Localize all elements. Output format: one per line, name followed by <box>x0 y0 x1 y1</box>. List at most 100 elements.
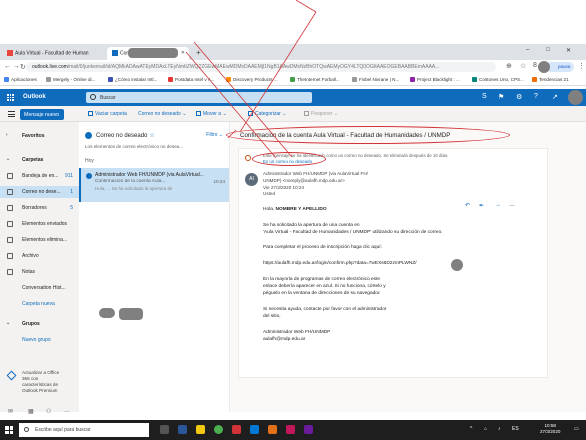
folder-deleted[interactable]: Elementos elimina... <box>0 234 79 246</box>
postpone-button[interactable]: Posponer ⌄ <box>304 111 338 117</box>
tray-chevron-icon[interactable]: ^ <box>470 426 472 432</box>
new-folder-link[interactable]: Carpeta nueva <box>0 298 79 310</box>
calendar-icon[interactable]: ▦ <box>28 408 34 415</box>
more-icon[interactable]: … <box>64 408 70 414</box>
app-icon[interactable] <box>286 425 295 434</box>
apps-icon <box>4 77 9 83</box>
close-tab-icon[interactable]: ✕ <box>181 50 185 56</box>
notifications-icon[interactable]: ▭ <box>574 426 579 432</box>
network-icon[interactable]: ⌂ <box>484 426 487 432</box>
star-icon[interactable]: ☆ <box>520 62 526 70</box>
bookmark-item[interactable]: Project Blacklight : ... <box>410 77 460 83</box>
upgrade-promo[interactable]: Actualizar a Office 365 con característi… <box>6 370 72 394</box>
gear-icon[interactable]: ⚙ <box>516 93 522 101</box>
app-icon[interactable] <box>268 425 277 434</box>
bookmark-item[interactable]: Mergely - Online di... <box>46 77 95 83</box>
empty-folder-button[interactable]: Vaciar carpeta <box>88 111 127 117</box>
language-icon[interactable]: ES <box>512 426 519 432</box>
extension-icon[interactable]: ⊕ <box>506 62 512 70</box>
filter-button[interactable]: Filtro ⌄ <box>206 132 223 138</box>
folder-notes[interactable]: Notas <box>0 266 79 278</box>
bell-icon[interactable]: ⚑ <box>498 93 504 101</box>
move-to-button[interactable]: Mover a ⌄ <box>196 111 227 117</box>
volume-icon[interactable]: ♪ <box>498 426 501 432</box>
folder-sent[interactable]: Elementos enviados <box>0 218 79 230</box>
pause-sync-button[interactable]: pausa <box>546 62 574 72</box>
bookmark-item[interactable]: Discovery Products ... <box>226 77 278 83</box>
date-line: Vie 27/3/2020 10:24 <box>263 185 305 190</box>
reply-all-icon[interactable]: ↞ <box>479 202 484 209</box>
mail-search-input[interactable]: Buscar <box>86 92 312 103</box>
folder-conversation-history[interactable]: Conversation Hist... <box>0 282 79 294</box>
menu-icon[interactable]: ⋮ <box>578 62 585 70</box>
bookmark-item[interactable]: Fixbel Nivrane | N... <box>352 77 399 83</box>
folder-junk[interactable]: Correo no dese... 1 <box>0 186 79 198</box>
note-icon <box>7 269 13 275</box>
bookmark-item[interactable]: Costones Uno, CPS... <box>472 77 524 83</box>
checkbox-icon[interactable] <box>86 173 92 179</box>
help-icon[interactable]: ? <box>534 93 538 100</box>
task-view-icon[interactable] <box>160 425 169 434</box>
people-icon[interactable]: ⚇ <box>46 408 51 415</box>
list-item[interactable]: Administrador Web FH/UNMDP (via AulaVirt… <box>79 168 229 202</box>
bookmark-apps[interactable]: Aplicaciones <box>4 77 37 83</box>
bookmark-item[interactable]: ¿Cómo instalar Intl... <box>108 77 157 83</box>
back-icon[interactable]: ← <box>4 63 11 70</box>
categorize-button[interactable]: Categorizar ⌄ <box>248 111 286 117</box>
bookmark-icon <box>108 77 113 83</box>
reload-icon[interactable]: ↻ <box>20 63 26 71</box>
chrome-icon[interactable] <box>214 425 223 434</box>
bookmark-item[interactable]: TheInternet Forball... <box>290 77 340 83</box>
junk-icon <box>7 189 13 195</box>
folder-inbox[interactable]: Bandeja de en... 911 <box>0 170 79 182</box>
folder-drafts[interactable]: Borradores 5 <box>0 202 79 214</box>
tab-aula-virtual[interactable]: Aula Virtual - Facultad de Human <box>2 47 106 60</box>
clock[interactable]: 10:58 27/3/2020 <box>540 423 560 435</box>
confirm-link[interactable]: https://aulafh.mdp.edu.ar/login/confirm.… <box>263 261 417 266</box>
profile-avatar[interactable] <box>538 61 550 73</box>
bookmark-icon <box>352 77 357 83</box>
bookmark-item[interactable]: Tendencias 21 <box>532 77 569 83</box>
minimize-button[interactable]: – <box>526 47 529 53</box>
favorite-star-icon[interactable]: ☆ <box>149 133 154 139</box>
app-icon[interactable] <box>250 425 259 434</box>
folders-header[interactable]: ⌄ Carpetas <box>0 154 79 166</box>
outlook-brand[interactable]: Outlook <box>23 94 46 100</box>
skype-icon[interactable]: S <box>482 93 487 100</box>
taskbar-search-input[interactable]: Escribe aquí para buscar <box>19 423 149 437</box>
file-explorer-icon[interactable] <box>196 425 205 434</box>
search-icon <box>90 94 96 100</box>
not-junk-button[interactable]: Correo no deseado ⌄ <box>138 111 186 117</box>
feedback-icon[interactable]: ↗ <box>552 93 558 101</box>
body-line: Se ha solicitado la apertura de una cuen… <box>263 223 360 228</box>
reply-icon[interactable]: ↶ <box>465 202 470 209</box>
select-all-icon[interactable] <box>85 132 92 139</box>
folder-archive[interactable]: Archivo <box>0 250 79 262</box>
mail-icon[interactable]: ✉ <box>8 408 13 415</box>
archive-icon <box>7 253 13 259</box>
hamburger-icon[interactable] <box>8 111 15 117</box>
close-window-button[interactable]: ✕ <box>566 47 571 54</box>
account-avatar[interactable] <box>568 90 583 105</box>
app-icon[interactable] <box>232 425 241 434</box>
body-line: del sitio, <box>263 314 281 319</box>
new-group-link[interactable]: Nuevo grupo <box>0 334 79 346</box>
new-tab-button[interactable]: + <box>196 48 201 57</box>
new-message-button[interactable]: Mensaje nuevo <box>20 109 64 120</box>
forward-icon[interactable]: → <box>495 202 501 208</box>
favorites-header[interactable]: › Favoritos <box>0 130 79 142</box>
windows-start-icon[interactable] <box>5 426 13 434</box>
edge-icon[interactable] <box>178 425 187 434</box>
link-highlight <box>252 152 326 166</box>
windows-taskbar: Escribe aquí para buscar ^ ⌂ ♪ ES 10:58 … <box>0 420 586 440</box>
bookmark-item[interactable]: Postdata Intel v A... <box>168 77 215 83</box>
maximize-button[interactable]: □ <box>546 47 550 53</box>
groups-header[interactable]: ⌄ Grupos <box>0 318 79 330</box>
app-launcher-icon[interactable] <box>7 94 14 101</box>
command-bar: Mensaje nuevo Vaciar carpeta Correo no d… <box>0 106 586 122</box>
more-actions-icon[interactable]: … <box>509 202 515 208</box>
extension-icon-2[interactable]: 8 <box>533 62 537 69</box>
forward-icon[interactable]: → <box>13 63 20 70</box>
app-icon[interactable] <box>304 425 313 434</box>
url-input[interactable]: outlook.live.com/mail/0/junkemail/id/AQM… <box>26 62 496 72</box>
